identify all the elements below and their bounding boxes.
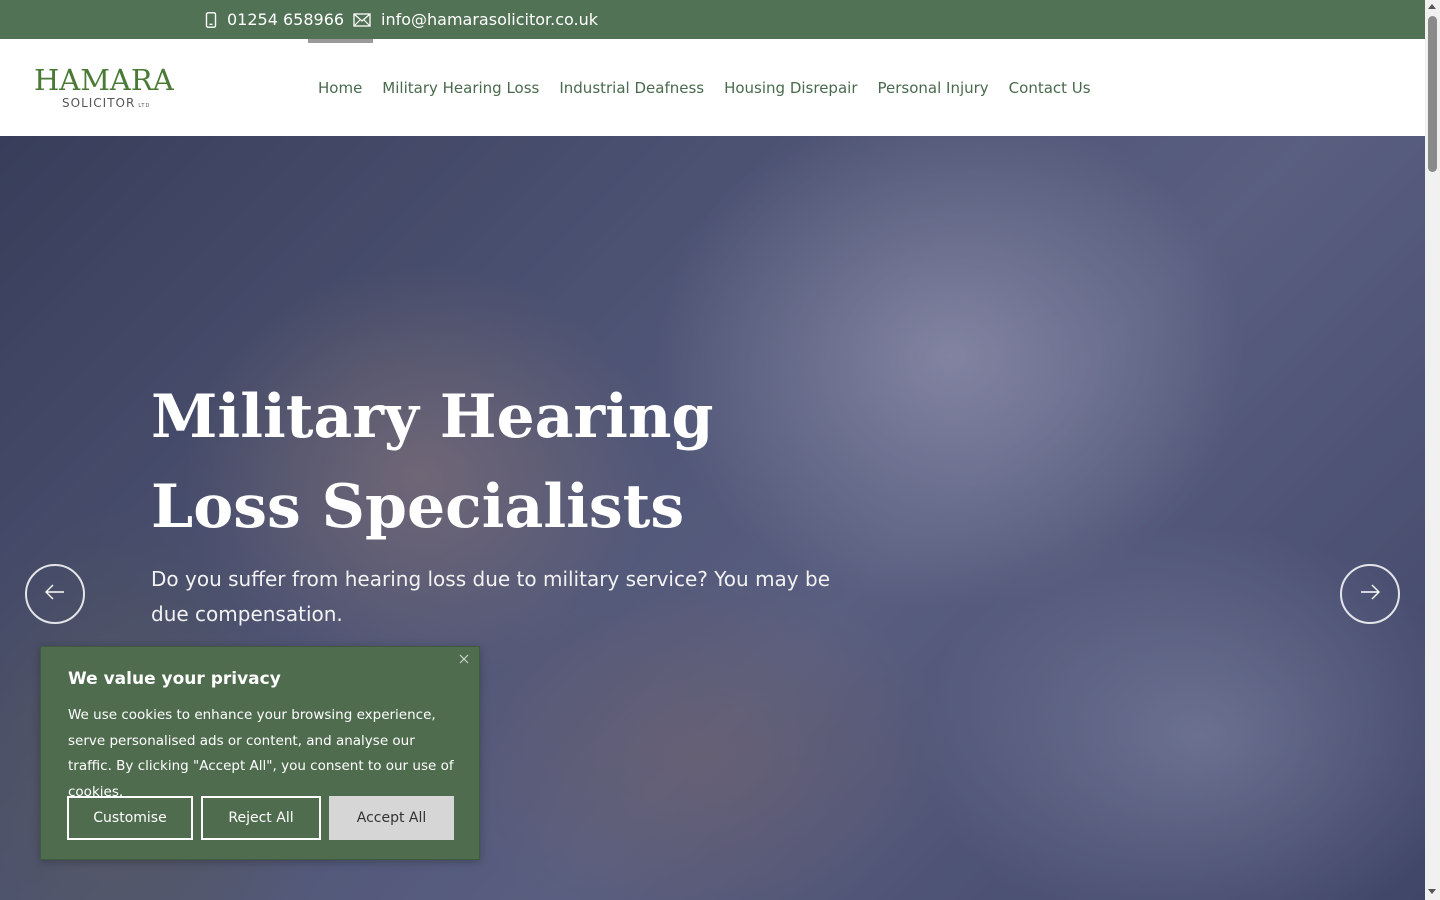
mobile-phone-icon [205,11,217,28]
cookie-title: We value your privacy [68,669,281,689]
scrollbar-thumb[interactable] [1428,16,1437,172]
logo-subtitle: SOLICITOR LTD [62,96,150,110]
slider-prev-button[interactable] [25,564,85,624]
nav-military-hearing-loss[interactable]: Military Hearing Loss [372,79,549,97]
nav-industrial-deafness[interactable]: Industrial Deafness [549,79,714,97]
page-scrollbar[interactable] [1425,0,1440,900]
hero-lead: Do you suffer from hearing loss due to m… [151,567,831,626]
top-contact-bar: 01254 658966 info@hamarasolicitor.co.uk [0,0,1425,39]
site-logo[interactable]: HAMARA SOLICITOR LTD [34,65,184,115]
site-header: HAMARA SOLICITOR LTD Home Military Hearin… [0,39,1425,136]
nav-contact-us[interactable]: Contact Us [999,79,1101,97]
logo-sub-text: SOLICITOR [62,96,136,110]
scroll-up-icon[interactable] [1428,4,1436,9]
customise-button[interactable]: Customise [67,796,193,840]
reject-all-button[interactable]: Reject All [201,796,321,840]
nav-home[interactable]: Home [308,79,372,97]
close-icon[interactable] [457,651,471,665]
logo-brand: HAMARA [34,63,174,97]
email-address[interactable]: info@hamarasolicitor.co.uk [381,10,598,29]
scroll-down-icon[interactable] [1428,889,1436,894]
nav-personal-injury[interactable]: Personal Injury [867,79,998,97]
arrow-left-icon [44,584,66,604]
arrow-right-icon [1359,584,1381,604]
nav-housing-disrepair[interactable]: Housing Disrepair [714,79,867,97]
hero-title: Military Hearing Loss Specialists [151,382,714,542]
envelope-icon [353,12,371,27]
main-nav: Home Military Hearing Loss Industrial De… [308,39,1101,136]
phone-number[interactable]: 01254 658966 [227,10,344,29]
phone-contact[interactable]: 01254 658966 [205,0,344,39]
cookie-text: We use cookies to enhance your browsing … [68,707,454,800]
email-contact[interactable]: info@hamarasolicitor.co.uk [353,0,598,39]
logo-ltd: LTD [138,103,151,109]
slider-next-button[interactable] [1340,564,1400,624]
accept-all-button[interactable]: Accept All [329,796,454,840]
cookie-consent-banner: We value your privacy We use cookies to … [40,646,480,860]
